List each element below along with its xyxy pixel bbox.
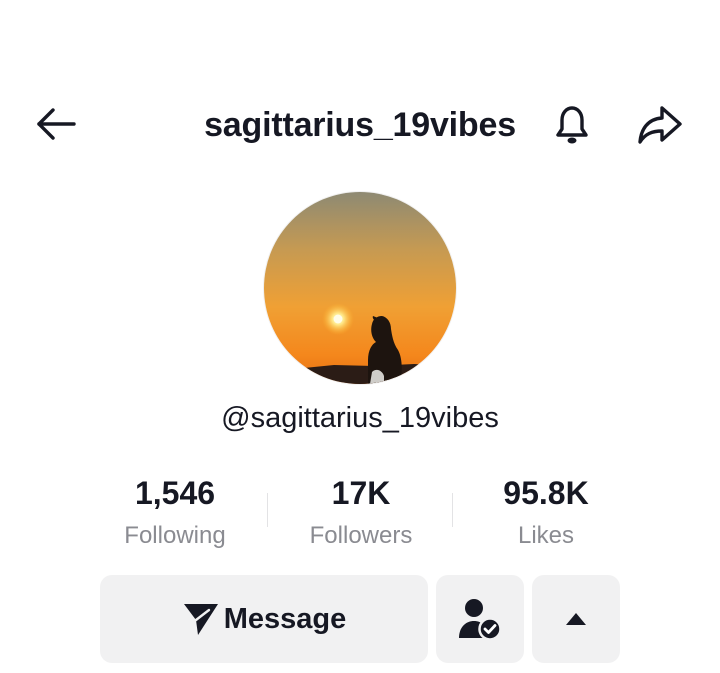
- sunset-profile-photo: [264, 192, 456, 384]
- stat-likes-label: Likes: [517, 522, 575, 549]
- message-button[interactable]: Message: [100, 575, 428, 663]
- stat-following-value: 1,546: [134, 475, 216, 511]
- profile-stats: 1,546 Following 17K Followers 95.8K Like…: [80, 472, 640, 556]
- notification-bell-button[interactable]: [546, 98, 598, 150]
- bell-icon: [556, 106, 588, 144]
- stat-following-label: Following: [124, 522, 226, 549]
- stat-followers[interactable]: 17K Followers: [268, 472, 454, 554]
- profile-header: sagittarius_19vibes: [0, 92, 720, 156]
- page-title: sagittarius_19vibes: [204, 106, 516, 144]
- arrow-left-icon: [37, 108, 76, 140]
- caret-up-icon: [566, 613, 586, 625]
- send-plane-icon: [183, 604, 218, 635]
- stat-followers-label: Followers: [309, 522, 413, 549]
- share-arrow-icon: [638, 106, 682, 144]
- share-button[interactable]: [632, 98, 688, 150]
- message-button-label: Message: [223, 602, 347, 635]
- back-button[interactable]: [30, 100, 82, 148]
- stat-likes-value: 95.8K: [503, 475, 589, 511]
- stat-following[interactable]: 1,546 Following: [82, 472, 268, 554]
- profile-handle: @sagittarius_19vibes: [221, 402, 499, 434]
- stat-followers-value: 17K: [331, 475, 391, 511]
- following-status-button[interactable]: [436, 575, 524, 663]
- avatar[interactable]: [264, 192, 456, 384]
- user-check-icon: [459, 599, 502, 641]
- stat-likes[interactable]: 95.8K Likes: [453, 472, 639, 554]
- more-options-button[interactable]: [532, 575, 620, 663]
